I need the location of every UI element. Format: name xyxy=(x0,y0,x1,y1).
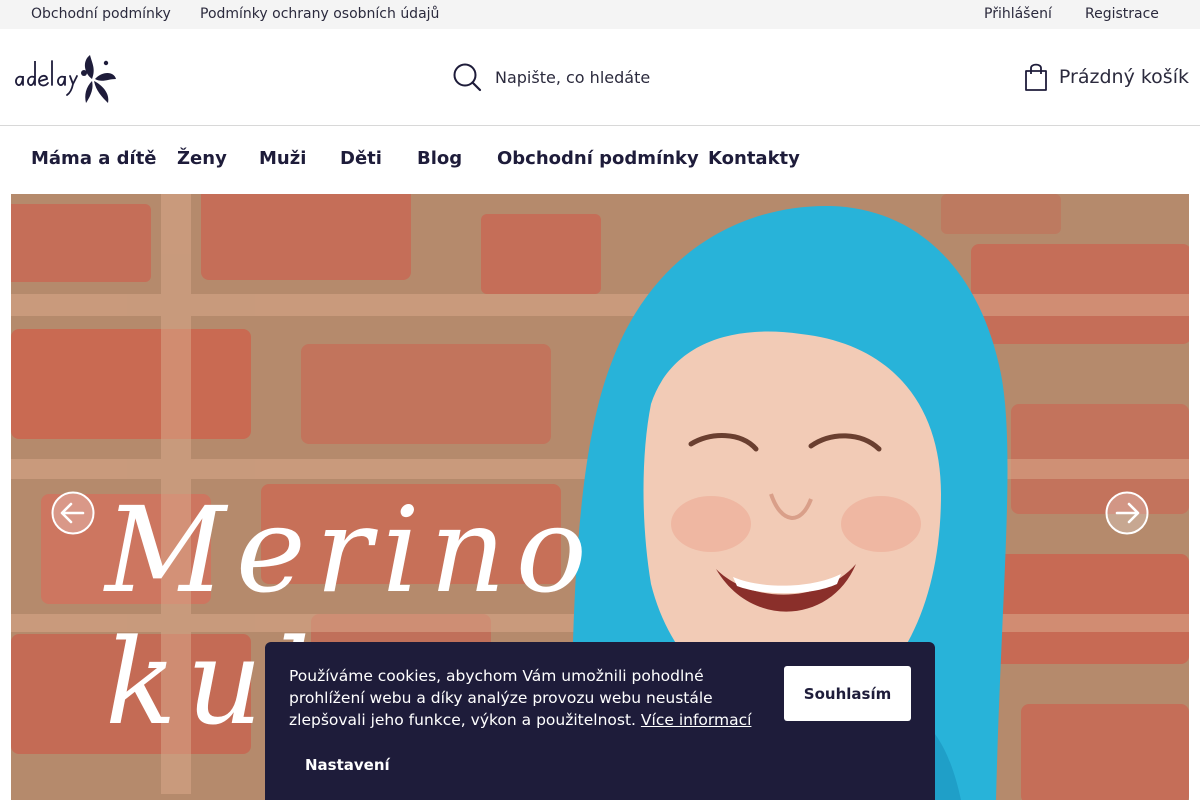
arrow-right-icon xyxy=(1105,491,1149,535)
search-input[interactable] xyxy=(495,67,815,87)
top-utility-bar: Obchodní podmínky Podmínky ochrany osobn… xyxy=(0,0,1200,29)
login-link[interactable]: Přihlášení xyxy=(984,6,1052,22)
cart-button[interactable]: Prázdný košík xyxy=(1023,59,1189,95)
agree-button[interactable]: Souhlasím xyxy=(784,666,911,721)
nav-item-blog[interactable]: Blog xyxy=(417,148,462,169)
nav-item-deti[interactable]: Děti xyxy=(340,148,382,169)
site-header: Prázdný košík xyxy=(0,29,1200,126)
shopping-bag-icon xyxy=(1025,63,1047,91)
more-info-link[interactable]: Více informací xyxy=(641,711,752,729)
register-link[interactable]: Registrace xyxy=(1085,6,1159,22)
search-icon[interactable] xyxy=(452,62,482,92)
arrow-left-icon xyxy=(51,491,95,535)
cookie-settings-button[interactable]: Nastavení xyxy=(305,756,390,774)
slider-prev-button[interactable] xyxy=(51,491,95,535)
nav-item-mama-a-dite[interactable]: Máma a dítě xyxy=(31,148,157,169)
adelay-logo[interactable] xyxy=(12,43,122,107)
nav-item-muzi[interactable]: Muži xyxy=(259,148,306,169)
cookie-text: Používáme cookies, abychom Vám umožnili … xyxy=(289,665,767,731)
nav-item-kontakty[interactable]: Kontakty xyxy=(708,148,800,169)
nav-item-zeny[interactable]: Ženy xyxy=(177,148,227,169)
cookie-banner: Používáme cookies, abychom Vám umožnili … xyxy=(265,642,935,800)
search-bar[interactable] xyxy=(452,57,832,97)
main-navigation: Máma a dítě Ženy Muži Děti Blog Obchodní… xyxy=(0,126,1200,194)
cart-label: Prázdný košík xyxy=(1058,66,1189,88)
logo-mark xyxy=(15,55,116,103)
topbar-link-terms[interactable]: Obchodní podmínky xyxy=(31,6,171,22)
slider-next-button[interactable] xyxy=(1105,491,1149,535)
topbar-link-privacy[interactable]: Podmínky ochrany osobních údajů xyxy=(200,6,439,22)
nav-item-obchodni-podminky[interactable]: Obchodní podmínky xyxy=(497,148,699,169)
